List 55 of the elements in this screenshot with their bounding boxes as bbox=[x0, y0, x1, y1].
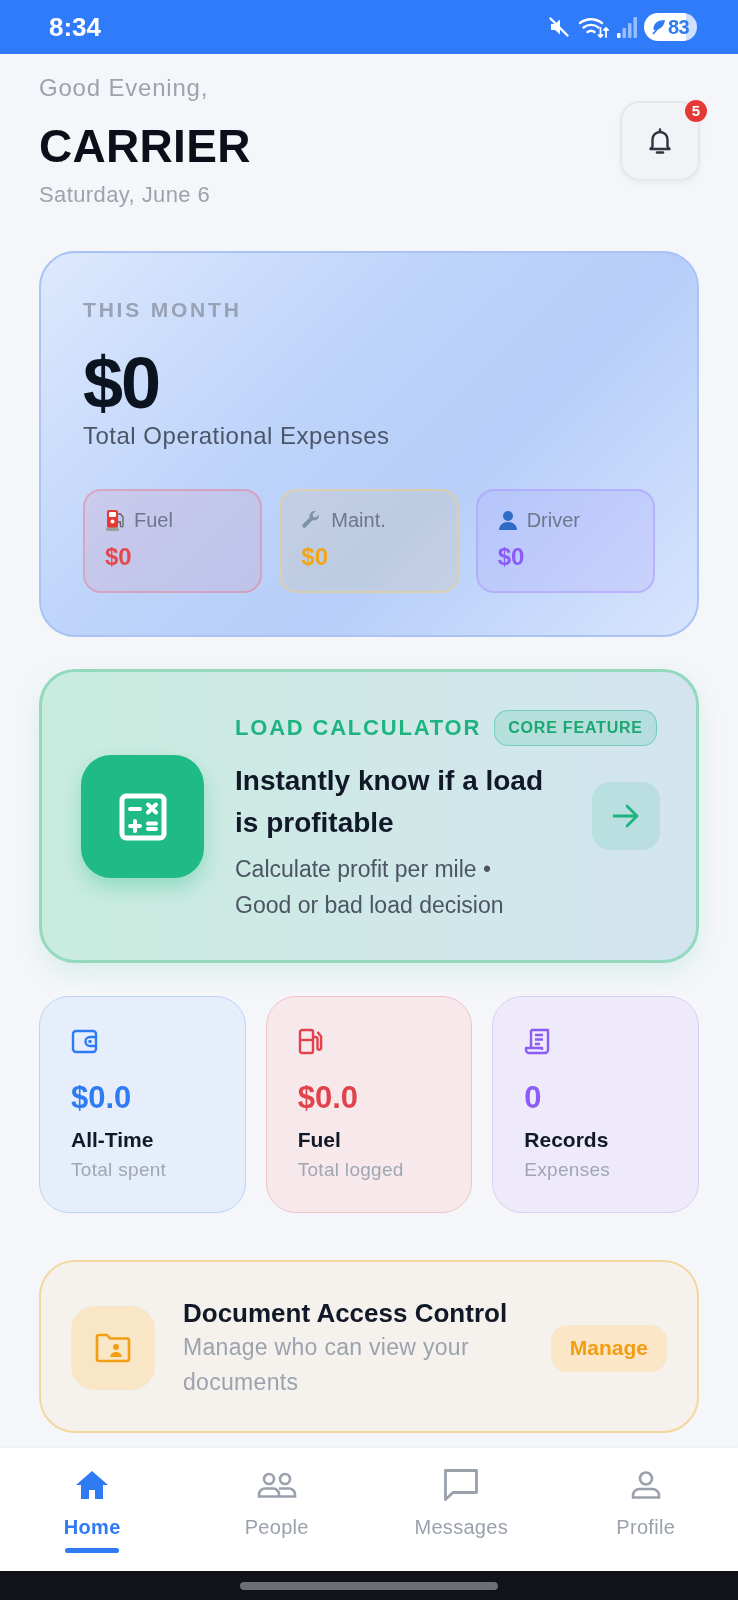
wallet-icon bbox=[71, 1028, 98, 1055]
notifications-button[interactable] bbox=[620, 101, 700, 181]
battery-percent: 83 bbox=[667, 15, 690, 39]
user-name: CARRIER bbox=[39, 120, 251, 172]
gesture-handle[interactable] bbox=[240, 1581, 498, 1590]
stat-label: Fuel bbox=[297, 1127, 341, 1153]
calculator-icon bbox=[81, 755, 204, 878]
stat-label: Records bbox=[524, 1127, 609, 1153]
fuel-pump-icon bbox=[297, 1028, 324, 1055]
home-icon bbox=[75, 1470, 110, 1500]
greeting-text: Good Evening, bbox=[39, 74, 210, 102]
stat-value: 0 bbox=[524, 1080, 542, 1116]
feature-badge: CORE FEATURE bbox=[494, 710, 657, 746]
stat-label: All-Time bbox=[71, 1127, 154, 1153]
chat-bubble-icon bbox=[443, 1468, 480, 1502]
feature-title: LOAD CALCULATOR bbox=[235, 714, 482, 742]
nav-tab[interactable]: Profile bbox=[612, 1448, 680, 1571]
nav-tab[interactable]: Messages bbox=[410, 1448, 513, 1571]
stat-value: $0.0 bbox=[71, 1080, 132, 1116]
total-caption: Total Operational Expenses bbox=[83, 421, 391, 451]
document-title: Document Access Control bbox=[183, 1297, 509, 1330]
fuel-pump-icon bbox=[105, 509, 125, 531]
tile-label: Fuel bbox=[134, 508, 173, 532]
date-text: Saturday, June 6 bbox=[39, 182, 212, 208]
total-amount: $0 bbox=[83, 345, 161, 421]
tile-amount: $0 bbox=[105, 543, 133, 571]
receipt-icon bbox=[524, 1028, 551, 1055]
arrow-right-icon bbox=[612, 804, 640, 828]
feature-description: Calculate profit per mile • Good or bad load decision bbox=[235, 855, 505, 920]
tile-amount: $0 bbox=[497, 543, 526, 571]
tile-amount: $0 bbox=[301, 543, 330, 571]
document-description: Manage who can view your documents bbox=[183, 1333, 470, 1397]
person-icon bbox=[497, 510, 518, 530]
wifi-icon bbox=[578, 15, 609, 39]
people-icon bbox=[256, 1472, 297, 1498]
folder-person-icon bbox=[71, 1306, 155, 1390]
mute-icon bbox=[548, 16, 570, 38]
leaf-icon bbox=[651, 19, 666, 35]
stat-caption: Total spent bbox=[71, 1158, 167, 1182]
nav-tab[interactable]: People bbox=[240, 1448, 313, 1571]
stat-caption: Expenses bbox=[524, 1158, 611, 1182]
tile-label: Maint. bbox=[331, 508, 386, 532]
manage-button[interactable]: Manage bbox=[550, 1324, 667, 1372]
arrow-button[interactable] bbox=[592, 782, 660, 850]
period-label: THIS MONTH bbox=[83, 297, 243, 323]
status-time: 8:34 bbox=[49, 12, 102, 42]
nav-tab[interactable]: Home bbox=[59, 1448, 125, 1571]
stat-value: $0.0 bbox=[297, 1080, 358, 1116]
bell-icon bbox=[647, 127, 673, 155]
stat-caption: Total logged bbox=[297, 1158, 404, 1182]
feature-heading: Instantly know if a load is profitable bbox=[235, 764, 545, 840]
tile-label: Driver bbox=[526, 508, 580, 532]
person-icon bbox=[630, 1471, 661, 1499]
notification-badge: 5 bbox=[685, 100, 707, 122]
signal-icon bbox=[617, 16, 638, 38]
